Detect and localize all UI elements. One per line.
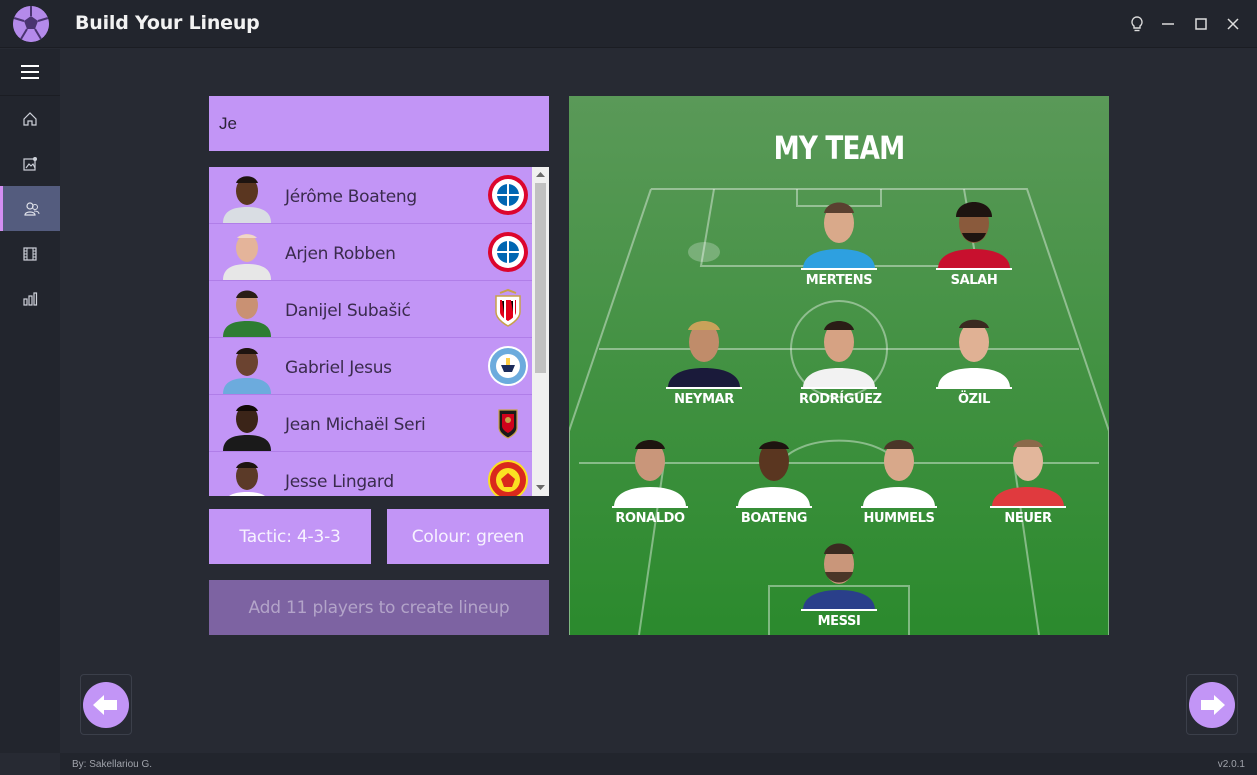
player-avatar-icon xyxy=(223,405,271,451)
player-name: Jesse Lingard xyxy=(285,472,394,492)
arrow-right-icon xyxy=(1189,681,1235,728)
player-portrait-icon xyxy=(801,543,877,611)
hamburger-menu-icon[interactable] xyxy=(0,49,60,96)
colour-button[interactable]: Colour: green xyxy=(387,509,549,564)
player-row[interactable]: Jean Michaël Seri xyxy=(209,395,532,452)
player-row[interactable]: Danijel Subašić xyxy=(209,281,532,338)
player-name: Arjen Robben xyxy=(285,244,396,264)
player-avatar-icon xyxy=(223,290,271,337)
player-portrait-icon xyxy=(736,441,812,508)
close-icon[interactable] xyxy=(1220,11,1246,37)
arrow-left-icon xyxy=(83,681,129,728)
player-row[interactable]: Gabriel Jesus xyxy=(209,338,532,395)
player-portrait-icon xyxy=(990,439,1066,508)
users-icon[interactable] xyxy=(0,186,60,231)
minimize-icon[interactable] xyxy=(1155,11,1181,37)
author-label: By: Sakellariou G. xyxy=(72,759,153,770)
maximize-icon[interactable] xyxy=(1188,11,1214,37)
player-avatar-icon xyxy=(223,176,271,223)
nice-badge-icon xyxy=(498,409,518,439)
bayern-badge-icon xyxy=(488,175,528,215)
pitch-player[interactable]: BOATENG xyxy=(734,431,814,531)
player-name: Jérôme Boateng xyxy=(285,187,417,207)
title-bar: Build Your Lineup xyxy=(0,0,1257,48)
pitch-player[interactable]: NEUER xyxy=(988,431,1068,531)
soccer-ball-logo-icon xyxy=(13,6,49,42)
mancity-badge-icon xyxy=(488,346,528,386)
scroll-up-icon[interactable] xyxy=(536,171,545,177)
pitch-player[interactable]: NEYMAR xyxy=(664,312,744,412)
manutd-badge-icon xyxy=(488,460,528,496)
player-portrait-icon xyxy=(612,440,688,508)
next-button[interactable] xyxy=(1186,674,1238,735)
pitch: MY TEAM MERTENS SALAH NEYMAR RODRÍGUEZ Ö… xyxy=(569,96,1109,635)
pitch-player[interactable]: RODRÍGUEZ xyxy=(799,312,882,412)
lightbulb-icon[interactable] xyxy=(1124,11,1150,37)
player-portrait-icon xyxy=(801,202,877,270)
player-name: Gabriel Jesus xyxy=(285,358,392,378)
player-portrait-icon xyxy=(801,321,877,389)
player-portrait-icon xyxy=(666,321,742,389)
player-avatar-icon xyxy=(223,348,271,394)
tactic-button[interactable]: Tactic: 4-3-3 xyxy=(209,509,371,564)
version-label: v2.0.1 xyxy=(1217,759,1245,770)
player-avatar-icon xyxy=(229,462,265,496)
pitch-player[interactable]: HUMMELS xyxy=(859,431,939,531)
player-row[interactable]: Jesse Lingard xyxy=(209,452,532,496)
player-row[interactable]: Jérôme Boateng xyxy=(209,167,532,224)
player-name: Jean Michaël Seri xyxy=(285,415,426,435)
pitch-player[interactable]: SALAH xyxy=(934,193,1014,293)
scrollbar-thumb[interactable] xyxy=(535,183,546,373)
player-list-scrollbar[interactable] xyxy=(532,167,549,496)
film-icon[interactable] xyxy=(0,231,60,276)
pitch-player[interactable]: MERTENS xyxy=(799,193,879,293)
player-name: Danijel Subašić xyxy=(285,301,411,321)
player-portrait-icon xyxy=(936,319,1012,389)
sidebar xyxy=(0,49,60,753)
pitch-player[interactable]: ÖZIL xyxy=(934,312,1014,412)
player-list[interactable]: Jérôme Boateng Arjen Robben Danijel Suba… xyxy=(209,167,549,496)
bayern-badge-icon xyxy=(488,232,528,272)
bar-chart-icon[interactable] xyxy=(0,276,60,321)
player-row[interactable]: Arjen Robben xyxy=(209,224,532,281)
scroll-down-icon[interactable] xyxy=(536,485,545,491)
player-avatar-icon xyxy=(223,234,271,280)
player-search-input[interactable] xyxy=(209,96,549,151)
home-icon[interactable] xyxy=(0,96,60,141)
monaco-badge-icon xyxy=(495,288,521,327)
image-edit-icon[interactable] xyxy=(0,141,60,186)
player-portrait-icon xyxy=(861,440,937,508)
pitch-player[interactable]: MESSI xyxy=(799,534,879,634)
player-portrait-icon xyxy=(936,202,1012,270)
footer: By: Sakellariou G. v2.0.1 xyxy=(60,753,1257,775)
app-title: Build Your Lineup xyxy=(75,12,260,34)
pitch-player[interactable]: RONALDO xyxy=(610,431,690,531)
create-lineup-button[interactable]: Add 11 players to create lineup xyxy=(209,580,549,635)
back-button[interactable] xyxy=(80,674,132,735)
team-title: MY TEAM xyxy=(773,129,906,167)
